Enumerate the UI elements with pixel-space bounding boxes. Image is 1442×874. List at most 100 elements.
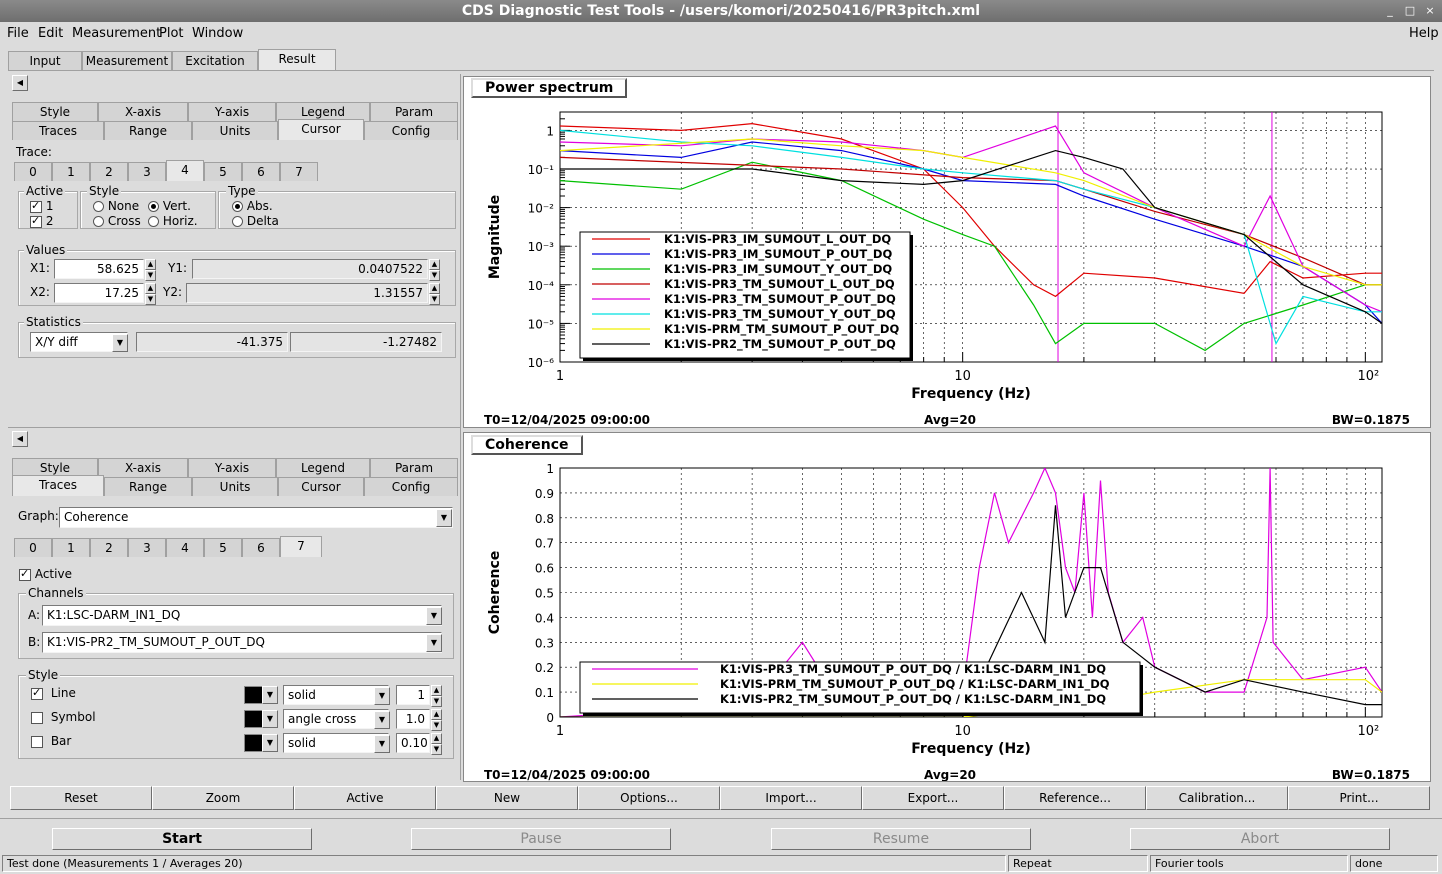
symbol-size-spinner[interactable]: ▲ ▼	[431, 709, 442, 731]
tab-input[interactable]: Input	[8, 51, 82, 70]
minimize-button[interactable]: _	[1384, 0, 1396, 22]
style-horiz-radio[interactable]: Horiz.	[148, 214, 198, 228]
menu-edit[interactable]: Edit	[38, 26, 63, 41]
calibration-button[interactable]: Calibration...	[1146, 786, 1288, 810]
trace-tab-0[interactable]: 0	[14, 538, 52, 557]
tab-range-lower[interactable]: Range	[104, 477, 192, 496]
trace-tab-2[interactable]: 2	[90, 538, 128, 557]
line-width-spinner[interactable]: ▲ ▼	[431, 685, 442, 707]
trace-tab-2[interactable]: 2	[90, 162, 128, 181]
x1-spinner[interactable]: ▲ ▼	[145, 259, 156, 281]
x2-input[interactable]: 17.25	[54, 283, 144, 303]
chevron-down-icon[interactable]: ▼	[374, 711, 390, 729]
export-button[interactable]: Export...	[862, 786, 1004, 810]
abort-button[interactable]: Abort	[1130, 828, 1390, 850]
bar-width-input[interactable]: 0.10	[396, 733, 430, 753]
bar-checkbox[interactable]: Bar	[31, 734, 71, 748]
trace-tab-6[interactable]: 6	[242, 162, 280, 181]
trace-tab-7[interactable]: 7	[280, 536, 322, 557]
y2-spinner[interactable]: ▲ ▼	[429, 283, 440, 305]
start-button[interactable]: Start	[52, 828, 312, 850]
close-button[interactable]: ×	[1424, 0, 1436, 22]
type-abs-radio[interactable]: Abs.	[232, 199, 273, 213]
trace-tab-0[interactable]: 0	[14, 162, 52, 181]
style-cross-radio[interactable]: Cross	[93, 214, 141, 228]
tab-legend-lower[interactable]: Legend	[276, 458, 370, 477]
reference-button[interactable]: Reference...	[1004, 786, 1146, 810]
coherence-chart[interactable]: 1 10 10² 0 0.1 0.2 0.3 0.4 0.5 0.6 0.7 0.8 0.9 1 Frequ…	[464, 433, 1430, 782]
tab-excitation[interactable]: Excitation	[172, 51, 258, 70]
active-1-checkbox[interactable]: 1	[30, 199, 53, 213]
trace-tab-4[interactable]: 4	[166, 538, 204, 557]
tab-y-axis-lower[interactable]: Y-axis	[188, 458, 276, 477]
trace-tab-7[interactable]: 7	[280, 162, 318, 181]
trace-tab-1[interactable]: 1	[52, 538, 90, 557]
tab-traces[interactable]: Traces	[12, 121, 104, 140]
trace-tab-3[interactable]: 3	[128, 162, 166, 181]
symbol-checkbox[interactable]: Symbol	[31, 710, 96, 724]
trace-active-checkbox[interactable]: Active	[19, 567, 72, 581]
tab-units[interactable]: Units	[192, 121, 278, 140]
tab-cursor-lower[interactable]: Cursor	[278, 477, 364, 496]
tab-result[interactable]: Result	[258, 49, 336, 70]
x1-input[interactable]: 58.625	[54, 259, 144, 279]
power-spectrum-chart[interactable]: 1 10 10² 10⁻⁶ 10⁻⁵ 10⁻⁴ 10⁻³ 10⁻² 10⁻¹ 1 Frequency…	[464, 77, 1430, 427]
style-vert-radio[interactable]: Vert.	[148, 199, 191, 213]
trace-tab-3[interactable]: 3	[128, 538, 166, 557]
pause-button[interactable]: Pause	[411, 828, 671, 850]
tab-traces-lower[interactable]: Traces	[12, 475, 104, 496]
y1-spinner[interactable]: ▲ ▼	[429, 259, 440, 281]
chevron-down-icon[interactable]: ▼	[426, 607, 442, 625]
type-delta-radio[interactable]: Delta	[232, 214, 279, 228]
resume-button[interactable]: Resume	[771, 828, 1031, 850]
tab-cursor[interactable]: Cursor	[278, 119, 364, 140]
active-button[interactable]: Active	[294, 786, 436, 810]
chevron-down-icon[interactable]: ▼	[112, 334, 128, 352]
channel-b-select[interactable]: K1:VIS-PR2_TM_SUMOUT_P_OUT_DQ	[42, 632, 442, 653]
menu-plot[interactable]: Plot	[159, 26, 184, 41]
tab-x-axis-lower[interactable]: X-axis	[98, 458, 188, 477]
chevron-down-icon[interactable]: ▼	[374, 687, 390, 705]
chevron-down-icon[interactable]: ▼	[262, 734, 278, 752]
tab-units-lower[interactable]: Units	[192, 477, 278, 496]
tab-measurement[interactable]: Measurement	[82, 51, 172, 70]
active-2-checkbox[interactable]: 2	[30, 214, 53, 228]
collapse-left-arrow-icon[interactable]: ◀	[12, 75, 28, 91]
chevron-down-icon[interactable]: ▼	[262, 710, 278, 728]
chevron-down-icon[interactable]: ▼	[374, 735, 390, 753]
maximize-button[interactable]: □	[1404, 0, 1416, 22]
symbol-color-swatch[interactable]	[244, 710, 264, 728]
symbol-size-input[interactable]: 1.0	[396, 709, 430, 729]
tab-param-lower[interactable]: Param	[370, 458, 458, 477]
chevron-down-icon[interactable]: ▼	[426, 634, 442, 652]
line-checkbox[interactable]: Line	[31, 686, 76, 700]
print-button[interactable]: Print...	[1288, 786, 1430, 810]
trace-tab-5[interactable]: 5	[204, 538, 242, 557]
graph-select[interactable]: Coherence	[59, 507, 453, 528]
trace-tab-4[interactable]: 4	[166, 160, 204, 181]
menu-window[interactable]: Window	[192, 26, 243, 41]
new-button[interactable]: New	[436, 786, 578, 810]
reset-button[interactable]: Reset	[10, 786, 152, 810]
options-button[interactable]: Options...	[578, 786, 720, 810]
tab-config-lower[interactable]: Config	[364, 477, 458, 496]
collapse-left-arrow-icon-lower[interactable]: ◀	[12, 431, 28, 447]
bar-width-spinner[interactable]: ▲ ▼	[431, 733, 442, 755]
tab-range[interactable]: Range	[104, 121, 192, 140]
line-width-input[interactable]: 1	[396, 685, 430, 705]
menu-file[interactable]: File	[7, 26, 29, 41]
tab-y-axis[interactable]: Y-axis	[188, 102, 276, 121]
bar-color-swatch[interactable]	[244, 734, 264, 752]
chevron-down-icon[interactable]: ▼	[436, 509, 452, 527]
menu-help[interactable]: Help	[1409, 26, 1439, 41]
line-color-swatch[interactable]	[244, 686, 264, 704]
splitter[interactable]	[460, 74, 461, 780]
chevron-down-icon[interactable]: ▼	[262, 686, 278, 704]
style-none-radio[interactable]: None	[93, 199, 139, 213]
import-button[interactable]: Import...	[720, 786, 862, 810]
tab-style[interactable]: Style	[12, 102, 98, 121]
trace-tab-5[interactable]: 5	[204, 162, 242, 181]
menu-measurement[interactable]: Measurement	[72, 26, 161, 41]
x2-spinner[interactable]: ▲ ▼	[145, 283, 156, 305]
zoom-button[interactable]: Zoom	[152, 786, 294, 810]
